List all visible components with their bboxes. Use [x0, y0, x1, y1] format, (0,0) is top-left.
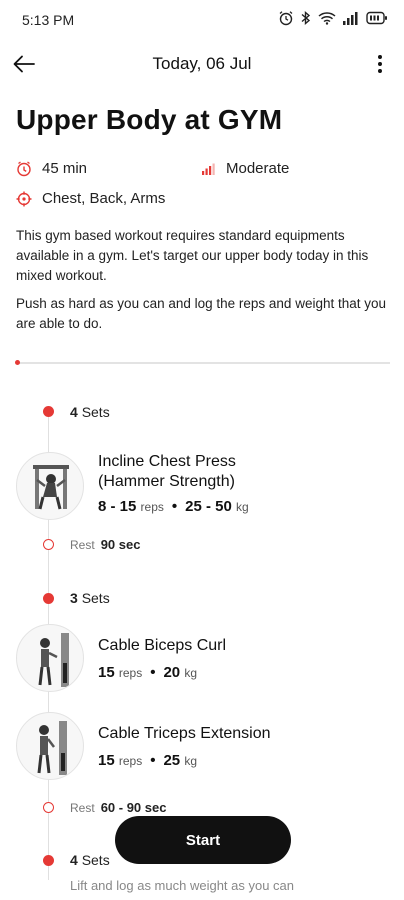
target-icon [16, 191, 32, 207]
exercise-stats: 8 - 15 reps • 25 - 50 kg [98, 498, 249, 515]
workout-description: This gym based workout requires standard… [16, 228, 369, 283]
exercise-thumbnail-cable-triceps-extension[interactable] [16, 712, 84, 780]
more-vertical-icon [378, 55, 382, 73]
muscles-label: Chest, Back, Arms [42, 190, 166, 207]
rest-marker [43, 802, 54, 813]
sets-label: 4 Sets [70, 404, 110, 420]
bluetooth-icon [301, 10, 311, 26]
sets-label: 3 Sets [70, 590, 110, 606]
exercise-thumbnail-incline-chest-press[interactable] [16, 452, 84, 520]
workout-progress-track [16, 362, 390, 364]
set-marker [43, 855, 54, 866]
set-marker [43, 593, 54, 604]
start-button[interactable]: Start [115, 816, 291, 864]
exercise-name[interactable]: Cable Triceps Extension [98, 724, 271, 744]
rest-label: Rest 90 sec [70, 537, 141, 552]
alarm-icon [279, 11, 293, 26]
exercise-name[interactable]: Incline Chest Press (Hammer Strength) [98, 452, 236, 492]
intensity-bars-icon [200, 161, 216, 177]
battery-icon [366, 11, 387, 25]
duration-row: 45 min [16, 160, 87, 177]
page-title: Today, 06 Jul [152, 54, 252, 73]
set-marker [43, 406, 54, 417]
duration-label: 45 min [42, 160, 88, 177]
exercise-stats: 15 reps • 20 kg [98, 664, 198, 681]
app-bar: Today, 06 Jul [0, 44, 404, 84]
signal-icon [343, 12, 358, 25]
workout-title: Upper Body at GYM [16, 104, 283, 135]
workout-instruction: Push as hard as you can and log the reps… [16, 296, 386, 331]
sets-label: 4 Sets [70, 852, 110, 868]
muscles-row: Chest, Back, Arms [16, 190, 165, 207]
intensity-label: Moderate [226, 160, 290, 177]
clock-icon [16, 160, 32, 177]
workout-progress-indicator [15, 360, 20, 365]
exercise-name[interactable]: Cable Biceps Curl [98, 636, 226, 656]
status-icons [278, 10, 388, 26]
intensity-row: Moderate [200, 160, 289, 177]
exercise-stats: 15 reps • 25 kg [98, 752, 198, 769]
status-bar: 5:13 PM [0, 0, 404, 40]
rest-marker [43, 539, 54, 550]
more-options-button[interactable] [364, 48, 396, 80]
exercise-thumbnail-cable-biceps-curl[interactable] [16, 624, 84, 692]
rest-label: Rest 60 - 90 sec [70, 800, 167, 815]
block-note: Lift and log as much weight as you can [70, 878, 295, 893]
wifi-icon [318, 12, 336, 25]
status-time: 5:13 PM [22, 12, 75, 28]
